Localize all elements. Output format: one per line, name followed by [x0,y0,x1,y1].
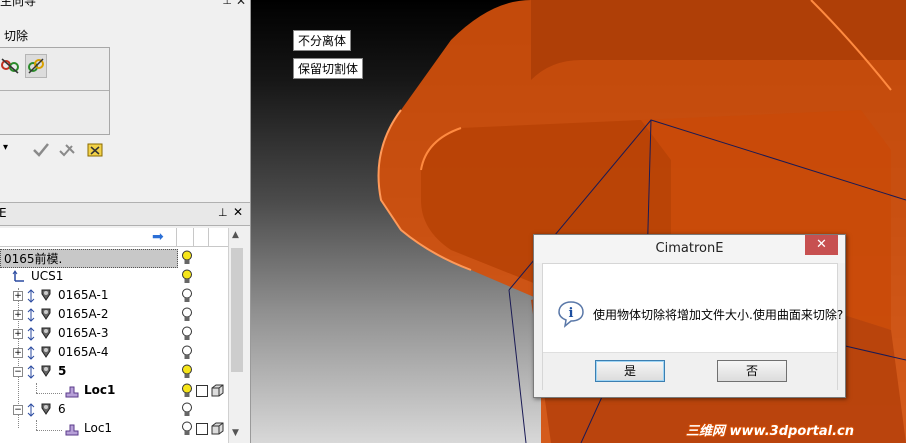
part-icon [41,365,51,377]
tree-row[interactable]: + 0165A-4 [0,343,228,362]
collapse-toggle[interactable]: − [13,405,23,415]
tree-row-label: 0165A-4 [58,345,109,359]
scroll-down-icon[interactable]: ▼ [232,428,239,438]
bulb-icon[interactable] [181,250,193,265]
part-icon [41,327,51,339]
cancel-icon[interactable] [86,141,104,159]
cube-icon[interactable] [211,384,224,397]
dialog-button-bar: 是 否 [543,352,837,390]
scroll-up-icon[interactable]: ▲ [232,230,239,240]
tree-row[interactable]: Loc1 [0,381,228,400]
dialog-title: CimatronE [655,241,724,256]
dialog-title-bar[interactable]: CimatronE ✕ [534,235,845,263]
ok-check-icon[interactable] [32,141,50,159]
bulb-icon[interactable] [181,288,193,303]
bulb-icon[interactable] [181,383,193,398]
apply-icon[interactable] [58,141,76,159]
tree-row[interactable]: 0165前模. [0,248,228,268]
tree-row[interactable]: UCS1 [0,267,228,286]
tree-row-label: Loc1 [84,383,116,397]
cut-option-box [0,47,110,135]
axis-icon [27,346,35,360]
bulb-icon[interactable] [181,402,193,417]
close-icon[interactable]: ✕ [236,0,246,8]
expand-toggle[interactable]: + [13,348,23,358]
axis-icon [27,403,35,417]
confirm-dialog: CimatronE ✕ i 使用物体切除将增加文件大小.使用曲面来切除? 是 否 [533,234,846,398]
yes-button[interactable]: 是 [595,360,665,382]
tree-row-label: 5 [58,364,67,378]
tree-header-label: E [0,206,7,220]
tree-row[interactable]: − 5 [0,362,228,381]
close-icon[interactable]: ✕ [233,205,243,219]
tree-row[interactable]: − 6 [0,400,228,419]
pin-icon[interactable]: ⊥ [218,206,228,219]
expand-toggle[interactable]: + [13,291,23,301]
action-bar: ▾ [0,141,120,161]
cube-icon[interactable] [211,422,224,435]
bulb-icon[interactable] [181,326,193,341]
tree-row[interactable]: Loc1 [0,419,228,438]
axis-icon [27,365,35,379]
bulb-icon[interactable] [181,307,193,322]
close-button[interactable]: ✕ [805,235,838,255]
part-icon [65,424,79,436]
tree-row[interactable]: + 0165A-2 [0,305,228,324]
bulb-icon[interactable] [181,364,193,379]
scroll-thumb[interactable] [231,248,243,372]
cut-tool-active-icon[interactable] [25,54,47,78]
checkbox[interactable] [196,423,208,435]
tree-header: E ⊥ ✕ [0,202,250,226]
tag-keep-cut-body[interactable]: 保留切割体 [293,58,364,79]
no-button[interactable]: 否 [717,360,787,382]
tree-row-label: 0165A-2 [58,307,109,321]
arrow-right-icon[interactable]: ➡ [152,229,164,245]
bulb-icon[interactable] [181,421,193,436]
svg-text:i: i [569,306,574,321]
panel-title: 生向导 [0,0,37,8]
part-icon [65,386,79,398]
expand-toggle[interactable]: + [13,310,23,320]
expand-toggle[interactable]: + [13,329,23,339]
pin-icon[interactable]: ⊥ [222,0,232,7]
bulb-icon[interactable] [181,269,193,284]
tree-row[interactable]: + 0165A-3 [0,324,228,343]
dialog-message: 使用物体切除将增加文件大小.使用曲面来切除? [593,308,844,322]
axis-icon [27,327,35,341]
tree-row-label: Loc1 [84,421,113,435]
axis-icon [27,289,35,303]
tree-row-label: 0165前模. [4,252,63,266]
dropdown-icon[interactable]: ▾ [3,142,8,153]
feature-tree: ➡ 0165前模. UCS1 + 0165A-1 + 0165A-2 + 016… [0,228,228,443]
tree-row-label: UCS1 [31,269,64,283]
bulb-icon[interactable] [181,345,193,360]
tree-row[interactable]: + 0165A-1 [0,286,228,305]
part-icon [41,289,51,301]
tag-no-separate[interactable]: 不分离体 [293,30,352,51]
checkbox[interactable] [196,385,208,397]
left-panel: 生向导 ⊥ ✕ 切除 ▾ E ⊥ ✕ ➡ [0,0,251,443]
watermark: 三维网 www.3dportal.cn [686,424,855,439]
collapse-toggle[interactable]: − [13,367,23,377]
dialog-body: i 使用物体切除将增加文件大小.使用曲面来切除? 是 否 [542,263,843,390]
tree-row-label: 0165A-3 [58,326,109,340]
cut-label: 切除 [4,29,29,43]
part-icon [41,403,51,415]
tree-scrollbar[interactable]: ▲ ▼ [228,228,245,443]
cut-tool-icon[interactable] [0,54,21,76]
axis-icon [27,308,35,322]
tree-column-header: ➡ [0,228,228,247]
tree-row-label: 0165A-1 [58,288,109,302]
axis-icon [12,270,24,282]
tree-row-label: 6 [58,402,66,416]
part-icon [41,308,51,320]
part-icon [41,346,51,358]
info-icon: i [558,301,584,328]
